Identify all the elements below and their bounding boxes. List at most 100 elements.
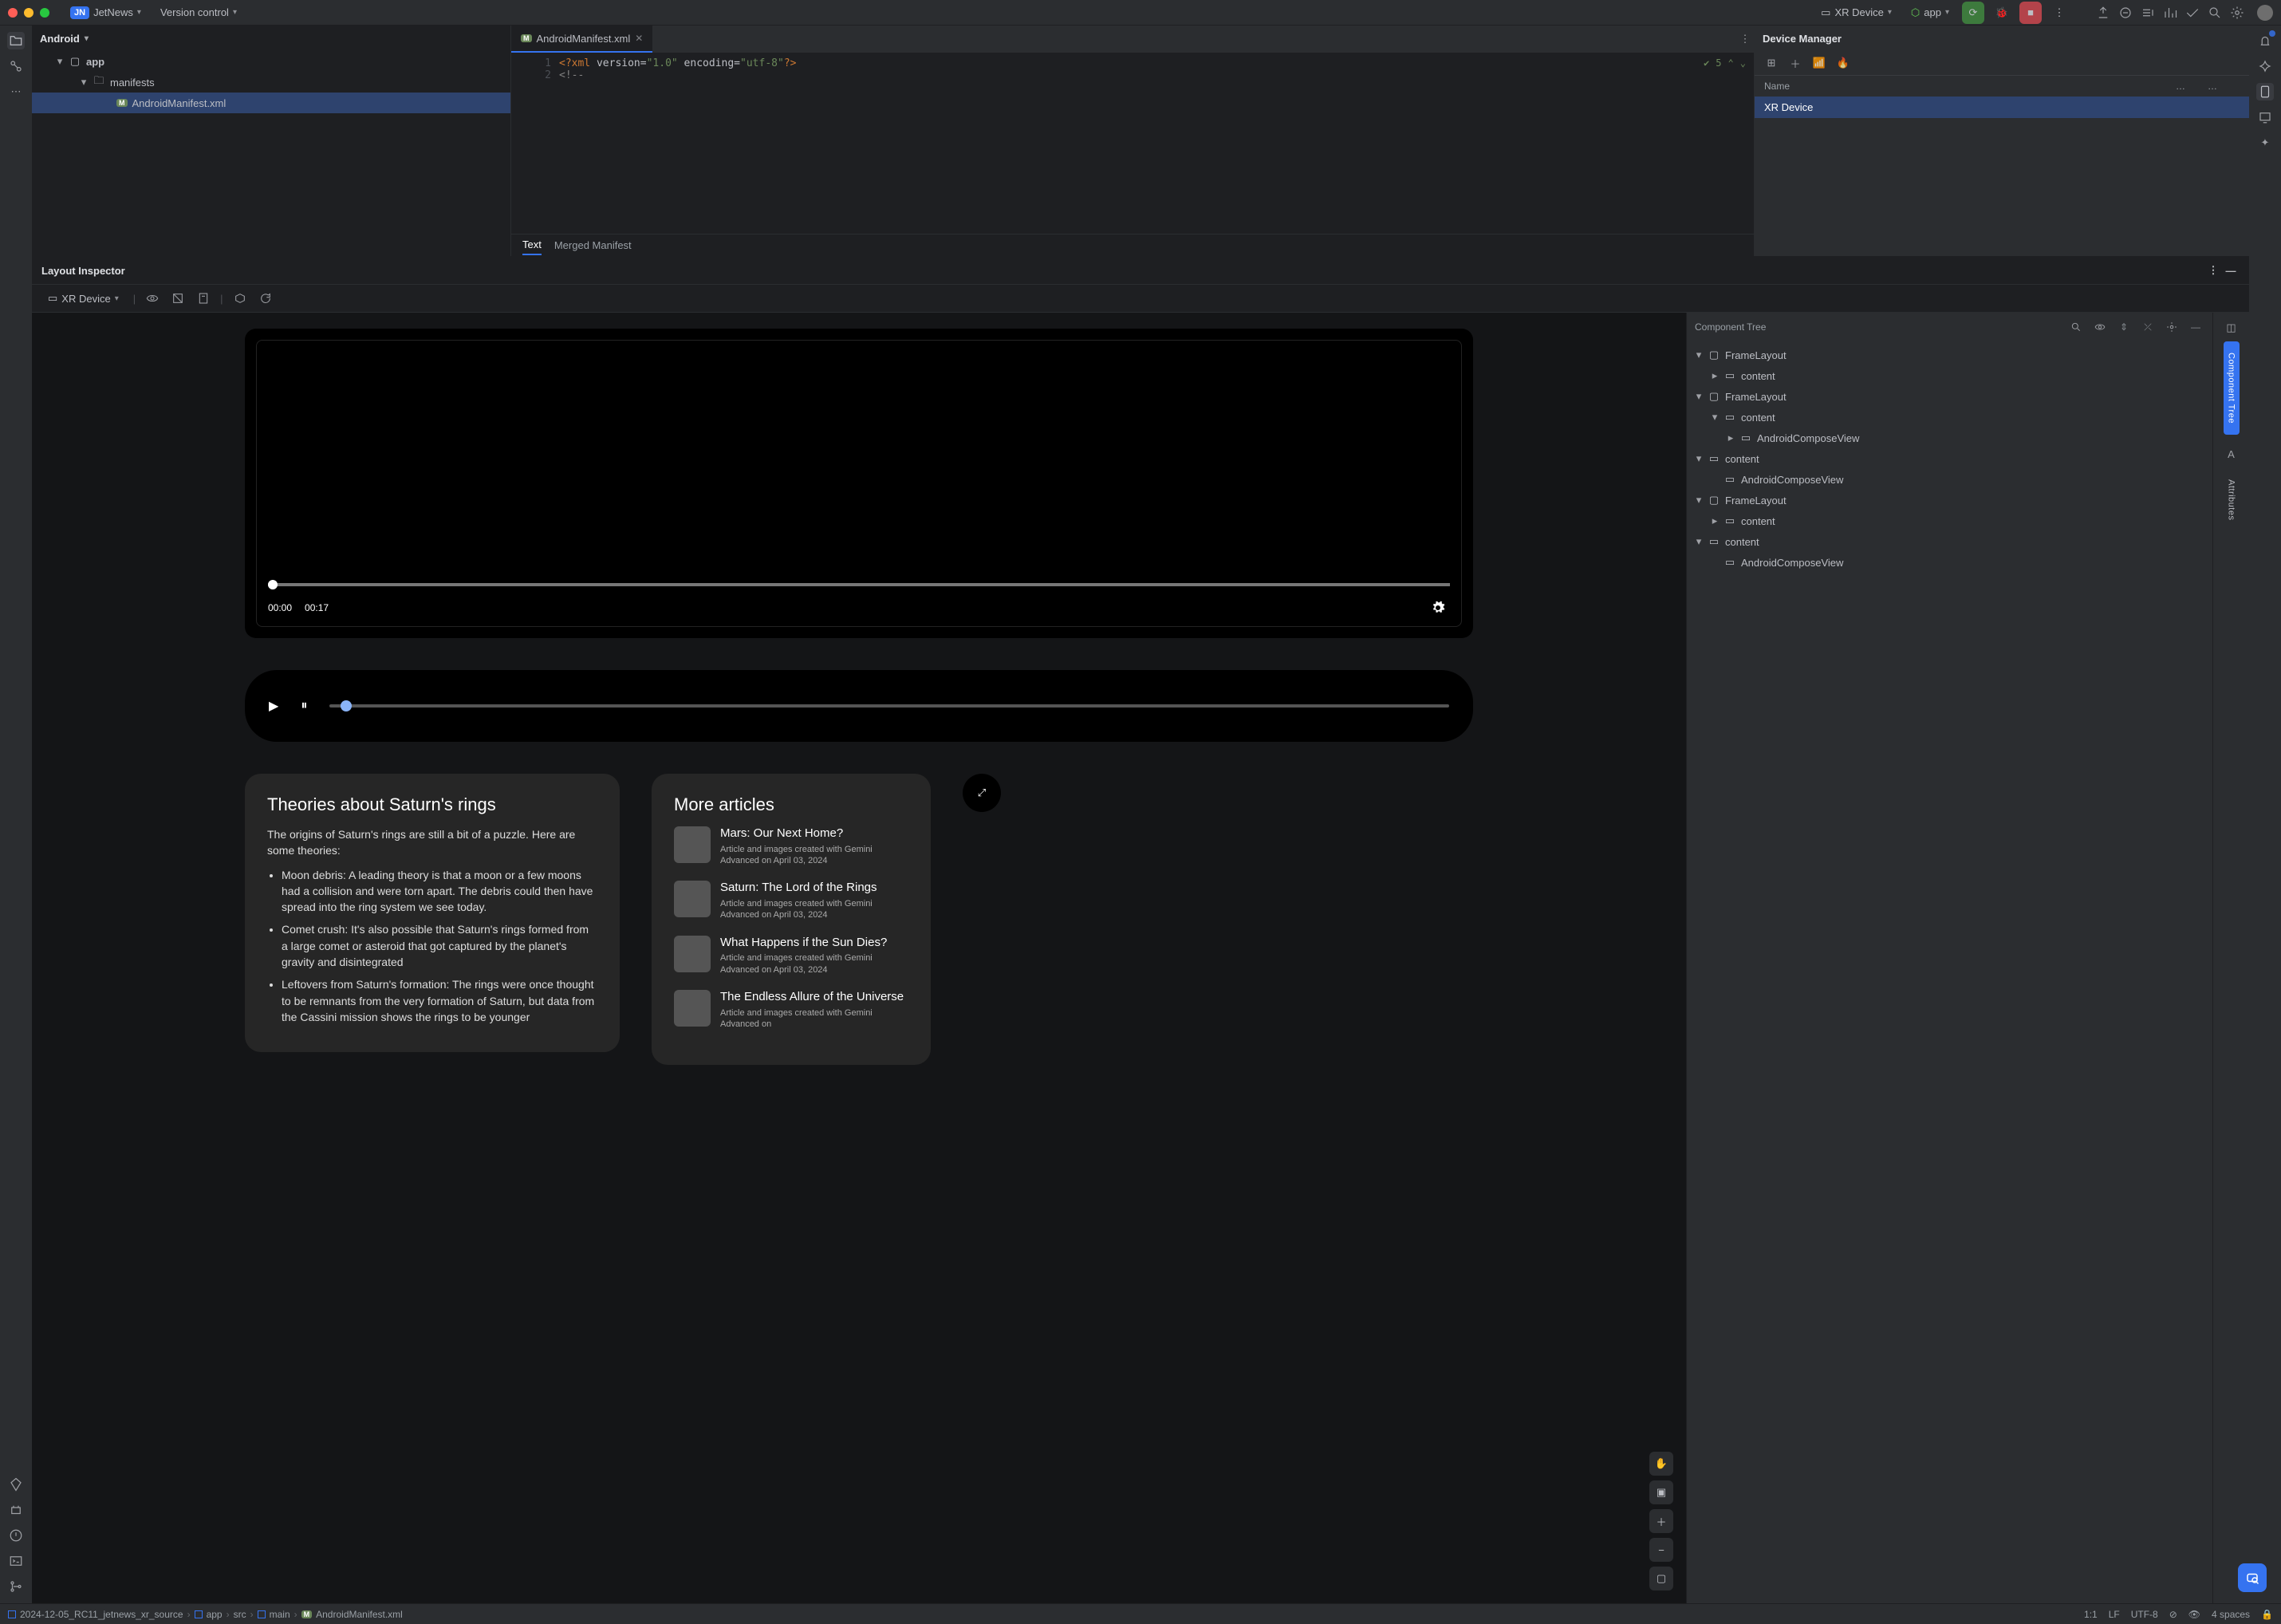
- app-quality-button[interactable]: [2184, 4, 2201, 22]
- chevron-down-icon[interactable]: ⌄: [1740, 57, 1746, 69]
- ct-search-button[interactable]: [2067, 318, 2085, 336]
- audio-seek-bar[interactable]: [329, 704, 1449, 708]
- device-manager-button[interactable]: [2256, 83, 2274, 101]
- component-tree-row[interactable]: ▾▭content: [1687, 531, 2212, 552]
- expand-fab[interactable]: ⤢: [963, 774, 1001, 812]
- seek-thumb[interactable]: [268, 580, 278, 589]
- editor-code[interactable]: <?xml version="1.0" encoding="utf-8"?> <…: [559, 53, 1754, 234]
- breadcrumb-item[interactable]: 2024-12-05_RC11_jetnews_xr_source: [20, 1609, 183, 1620]
- run-target-selector[interactable]: ▭ XR Device ▾: [1814, 3, 1898, 22]
- project-view-mode[interactable]: Android: [40, 33, 80, 45]
- close-window-button[interactable]: [8, 8, 18, 18]
- tree-node-app[interactable]: ▾ ▢ app: [32, 51, 510, 72]
- video-settings-button[interactable]: [1431, 601, 1445, 615]
- gemini-button[interactable]: [2256, 57, 2274, 75]
- device-add-button[interactable]: ＋: [1787, 54, 1804, 72]
- close-icon[interactable]: ✕: [635, 33, 643, 44]
- running-devices-button[interactable]: [2256, 108, 2274, 126]
- debug-button[interactable]: 🐞: [1991, 2, 2013, 24]
- editor-tab[interactable]: M AndroidManifest.xml ✕: [511, 26, 652, 53]
- update-button[interactable]: [2094, 4, 2112, 22]
- inspector-options-button[interactable]: ⋮: [2204, 262, 2222, 279]
- pan-mode-button[interactable]: ✋: [1649, 1452, 1673, 1476]
- vcs-tool-button[interactable]: [7, 1578, 25, 1595]
- inspector-live-button[interactable]: [144, 290, 161, 307]
- zoom-in-button[interactable]: ＋: [1649, 1509, 1673, 1533]
- inspector-device-selector[interactable]: ▭ XR Device ▾: [41, 289, 125, 308]
- component-tree-row[interactable]: ▾▭content: [1687, 448, 2212, 469]
- ct-collapse-button[interactable]: ⤫: [2139, 318, 2157, 336]
- seek-thumb[interactable]: [341, 700, 352, 711]
- editor-tab-more-button[interactable]: ⋮: [1736, 30, 1754, 48]
- ruby-tool-button[interactable]: [7, 1476, 25, 1493]
- status-line-sep[interactable]: LF: [2109, 1609, 2120, 1620]
- article-item[interactable]: What Happens if the Sun Dies?Article and…: [674, 936, 908, 976]
- inspector-refresh-button[interactable]: [257, 290, 274, 307]
- side-tab-component-tree[interactable]: Component Tree: [2224, 341, 2240, 435]
- status-indent[interactable]: 4 spaces: [2212, 1609, 2250, 1620]
- tree-node-manifests[interactable]: ▾ 🗀 manifests: [32, 72, 510, 93]
- sync-button[interactable]: [2139, 4, 2157, 22]
- component-tree-row[interactable]: ▸▭AndroidComposeView: [1687, 428, 2212, 448]
- ct-filter-button[interactable]: [2091, 318, 2109, 336]
- status-inspect-icon[interactable]: 👁: [2188, 1609, 2200, 1620]
- breadcrumb-item[interactable]: app: [207, 1609, 223, 1620]
- account-avatar[interactable]: [2257, 5, 2273, 21]
- inspector-minimize-button[interactable]: —: [2222, 262, 2240, 279]
- layer-mode-button[interactable]: ▣: [1649, 1480, 1673, 1504]
- tree-node-manifest-file[interactable]: M AndroidManifest.xml: [32, 93, 510, 113]
- more-actions-button[interactable]: ⋮: [2048, 2, 2070, 24]
- component-tree-row[interactable]: ▾▢FrameLayout: [1687, 386, 2212, 407]
- project-selector[interactable]: JN JetNews ▾: [64, 3, 148, 22]
- commit-tool-button[interactable]: [7, 57, 25, 75]
- more-tools-button[interactable]: ⋯: [7, 83, 25, 101]
- breadcrumb-item[interactable]: main: [270, 1609, 290, 1620]
- chevron-up-icon[interactable]: ⌃: [1728, 57, 1734, 69]
- zoom-fit-button[interactable]: ▢: [1649, 1567, 1673, 1590]
- status-encoding[interactable]: UTF-8: [2131, 1609, 2158, 1620]
- stop-button[interactable]: ■: [2019, 2, 2042, 24]
- zoom-window-button[interactable]: [40, 8, 49, 18]
- ct-settings-button[interactable]: [2163, 318, 2181, 336]
- profiler-button[interactable]: [2161, 4, 2179, 22]
- component-tree-row[interactable]: ▾▭content: [1687, 407, 2212, 428]
- settings-button[interactable]: [2228, 4, 2246, 22]
- inspector-export-button[interactable]: [195, 290, 212, 307]
- ask-gemini-fab[interactable]: [2238, 1563, 2267, 1592]
- component-tree-row[interactable]: ▾▢FrameLayout: [1687, 345, 2212, 365]
- terminal-tool-button[interactable]: [7, 1552, 25, 1570]
- article-item[interactable]: The Endless Allure of the UniverseArticl…: [674, 990, 908, 1030]
- inspector-snapshot-button[interactable]: [169, 290, 187, 307]
- status-readonly-icon[interactable]: ⊘: [2169, 1609, 2177, 1620]
- breadcrumb-item[interactable]: AndroidManifest.xml: [316, 1609, 403, 1620]
- breadcrumb-item[interactable]: src: [234, 1609, 246, 1620]
- article-item[interactable]: Mars: Our Next Home?Article and images c…: [674, 826, 908, 866]
- vcs-menu[interactable]: Version control ▾: [154, 3, 243, 22]
- device-row[interactable]: XR Device: [1755, 97, 2249, 118]
- ct-minimize-button[interactable]: —: [2187, 318, 2204, 336]
- minimize-window-button[interactable]: [24, 8, 33, 18]
- logcat-tool-button[interactable]: [7, 1501, 25, 1519]
- zoom-out-button[interactable]: −: [1649, 1538, 1673, 1562]
- project-tool-button[interactable]: [7, 32, 25, 49]
- component-tree-row[interactable]: ▸▭content: [1687, 510, 2212, 531]
- component-tree-row[interactable]: ▸▭content: [1687, 365, 2212, 386]
- inspector-3d-button[interactable]: [231, 290, 249, 307]
- problems-tool-button[interactable]: [7, 1527, 25, 1544]
- code-with-me-button[interactable]: [2117, 4, 2134, 22]
- restart-button[interactable]: ⟳: [1962, 2, 1984, 24]
- notifications-button[interactable]: [2256, 32, 2274, 49]
- device-wifi-button[interactable]: 📶: [1810, 54, 1828, 72]
- subtab-text[interactable]: Text: [522, 235, 542, 255]
- device-firebase-button[interactable]: 🔥: [1834, 54, 1852, 72]
- search-button[interactable]: [2206, 4, 2224, 22]
- ct-expand-button[interactable]: ⇕: [2115, 318, 2133, 336]
- run-config-selector[interactable]: ⬡ app ▾: [1905, 3, 1956, 22]
- breadcrumbs[interactable]: 2024-12-05_RC11_jetnews_xr_source› app› …: [8, 1609, 403, 1620]
- sparkle-button[interactable]: ✦: [2256, 134, 2274, 152]
- status-caret-pos[interactable]: 1:1: [2084, 1609, 2098, 1620]
- editor-inspection-widget[interactable]: ✔ 5 ⌃ ⌄: [1704, 57, 1746, 69]
- video-seek-bar[interactable]: [268, 583, 1450, 586]
- article-item[interactable]: Saturn: The Lord of the RingsArticle and…: [674, 881, 908, 920]
- status-lock-icon[interactable]: 🔒: [2261, 1609, 2273, 1620]
